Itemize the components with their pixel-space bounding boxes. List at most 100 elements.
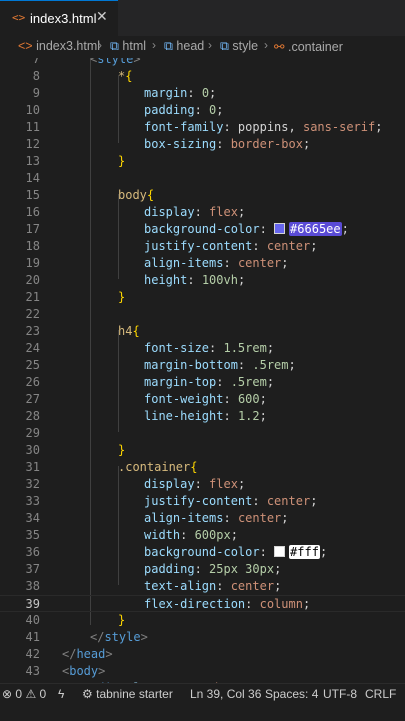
code-text: margin: 0; bbox=[144, 86, 217, 100]
code-line[interactable]: 15 body{ bbox=[0, 187, 405, 204]
tab-title: index3.html bbox=[30, 11, 97, 26]
tabnine-icon: ⚙ bbox=[82, 687, 93, 701]
code-editor[interactable]: 7 <style> 8 *{ 9 margin: 0; 10 padding: … bbox=[0, 58, 405, 683]
tab-bar: <> index3.html ✕ bbox=[0, 0, 405, 36]
color-swatch[interactable] bbox=[274, 223, 286, 234]
line-number: 15 bbox=[25, 188, 40, 202]
element-icon: ⧉ bbox=[164, 39, 173, 53]
code-line[interactable]: 20 height: 100vh; bbox=[0, 272, 405, 289]
code-line[interactable]: 8 *{ bbox=[0, 68, 405, 85]
lightning-icon: ϟ bbox=[58, 687, 65, 701]
code-text: background-color: #fff; bbox=[144, 545, 328, 559]
line-number: 35 bbox=[25, 528, 40, 542]
code-line[interactable]: 26 margin-top: .5rem; bbox=[0, 374, 405, 391]
code-line[interactable]: 34 align-items: center; bbox=[0, 510, 405, 527]
code-line[interactable]: 40 } bbox=[0, 612, 405, 629]
code-line[interactable]: 18 justify-content: center; bbox=[0, 238, 405, 255]
line-number: 33 bbox=[25, 494, 40, 508]
code-line[interactable]: 21 } bbox=[0, 289, 405, 306]
code-line[interactable]: 33 justify-content: center; bbox=[0, 493, 405, 510]
code-line[interactable]: 30 } bbox=[0, 442, 405, 459]
line-number: 10 bbox=[25, 103, 40, 117]
breadcrumb-container[interactable]: ⚯ .container bbox=[274, 39, 343, 54]
code-line[interactable]: 28 line-height: 1.2; bbox=[0, 408, 405, 425]
code-line[interactable]: 38 text-align: center; bbox=[0, 578, 405, 595]
code-text: margin-top: .5rem; bbox=[144, 375, 275, 389]
code-line[interactable]: 31 .container{ bbox=[0, 459, 405, 476]
line-number: 17 bbox=[25, 222, 40, 236]
code-line[interactable]: 27 font-weight: 600; bbox=[0, 391, 405, 408]
code-text: h4{ bbox=[118, 324, 140, 338]
chevron-right-icon: › bbox=[208, 38, 212, 52]
code-line[interactable]: 36 background-color: #fff; bbox=[0, 544, 405, 561]
line-number: 26 bbox=[25, 375, 40, 389]
line-number: 34 bbox=[25, 511, 40, 525]
code-text: display: flex; bbox=[144, 205, 246, 219]
line-number: 27 bbox=[25, 392, 40, 406]
code-text: box-sizing: border-box; bbox=[144, 137, 311, 151]
code-text: background-color: #6665ee; bbox=[144, 222, 349, 236]
selector-icon: ⚯ bbox=[274, 40, 285, 54]
code-line[interactable]: 22 bbox=[0, 306, 405, 323]
code-text: <style> bbox=[90, 58, 141, 66]
code-line[interactable]: 24 font-size: 1.5rem; bbox=[0, 340, 405, 357]
code-line[interactable]: 16 display: flex; bbox=[0, 204, 405, 221]
breadcrumb-head[interactable]: ⧉ head bbox=[164, 39, 204, 54]
code-line[interactable]: 42 </head> bbox=[0, 646, 405, 663]
encoding[interactable]: UTF-8 bbox=[323, 687, 357, 701]
line-ending[interactable]: CRLF bbox=[365, 687, 396, 701]
breadcrumb-html[interactable]: ⧉ html bbox=[110, 39, 146, 54]
problems-indicator[interactable]: ⊗ 0 ⚠ 0 bbox=[2, 687, 46, 701]
cursor-position[interactable]: Ln 39, Col 36 bbox=[190, 687, 261, 701]
code-line[interactable]: 12 box-sizing: border-box; bbox=[0, 136, 405, 153]
line-number: 19 bbox=[25, 256, 40, 270]
chevron-right-icon: › bbox=[152, 38, 156, 52]
breadcrumb-file[interactable]: <> index3.html bbox=[18, 39, 100, 53]
line-number: 8 bbox=[32, 69, 40, 83]
code-text: margin-bottom: .5rem; bbox=[144, 358, 296, 372]
warning-icon: ⚠ bbox=[25, 687, 37, 701]
line-number: 13 bbox=[25, 154, 40, 168]
code-text: font-size: 1.5rem; bbox=[144, 341, 275, 355]
tabnine-status[interactable]: ⚙ tabnine starter bbox=[82, 687, 173, 701]
code-text: align-items: center; bbox=[144, 256, 289, 270]
code-line[interactable]: 41 </style> bbox=[0, 629, 405, 646]
breadcrumb-style[interactable]: ⧉ style bbox=[220, 39, 258, 54]
code-text: padding: 25px 30px; bbox=[144, 562, 282, 576]
code-line-active[interactable]: 39 flex-direction: column; bbox=[0, 595, 405, 612]
line-number: 36 bbox=[25, 545, 40, 559]
element-icon: ⧉ bbox=[220, 39, 229, 53]
code-text: display: flex; bbox=[144, 477, 246, 491]
code-line[interactable]: 37 padding: 25px 30px; bbox=[0, 561, 405, 578]
code-line[interactable]: 19 align-items: center; bbox=[0, 255, 405, 272]
line-number: 20 bbox=[25, 273, 40, 287]
code-line[interactable]: 25 margin-bottom: .5rem; bbox=[0, 357, 405, 374]
indentation[interactable]: Spaces: 4 bbox=[265, 687, 318, 701]
code-line[interactable]: 32 display: flex; bbox=[0, 476, 405, 493]
tab-index3-html[interactable]: <> index3.html ✕ bbox=[0, 0, 118, 36]
color-swatch[interactable] bbox=[274, 546, 286, 557]
line-number: 40 bbox=[25, 613, 40, 627]
code-line[interactable]: 23 h4{ bbox=[0, 323, 405, 340]
code-line[interactable]: 9 margin: 0; bbox=[0, 85, 405, 102]
code-line[interactable]: 29 bbox=[0, 425, 405, 442]
code-text: } bbox=[118, 443, 126, 457]
code-line[interactable]: 17 background-color: #6665ee; bbox=[0, 221, 405, 238]
line-number: 41 bbox=[25, 630, 40, 644]
code-text: justify-content: center; bbox=[144, 494, 318, 508]
code-line[interactable]: 35 width: 600px; bbox=[0, 527, 405, 544]
code-line[interactable]: 14 bbox=[0, 170, 405, 187]
code-text: } bbox=[118, 154, 126, 168]
line-number: 28 bbox=[25, 409, 40, 423]
code-text: body{ bbox=[118, 188, 155, 202]
line-number: 11 bbox=[25, 120, 40, 134]
line-number: 22 bbox=[25, 307, 40, 321]
element-icon: ⧉ bbox=[110, 39, 119, 53]
code-line[interactable]: 7 <style> bbox=[0, 58, 405, 68]
line-number: 38 bbox=[25, 579, 40, 593]
code-line[interactable]: 43 <body> bbox=[0, 663, 405, 680]
code-line[interactable]: 13 } bbox=[0, 153, 405, 170]
close-icon[interactable]: ✕ bbox=[96, 9, 108, 25]
code-line[interactable]: 10 padding: 0; bbox=[0, 102, 405, 119]
code-line[interactable]: 11 font-family: poppins, sans-serif; bbox=[0, 119, 405, 136]
